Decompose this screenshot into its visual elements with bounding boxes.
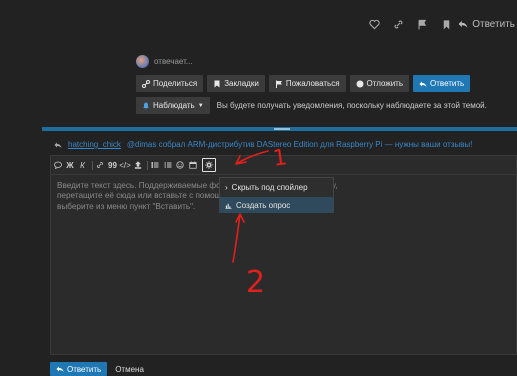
typing-indicator: отвечает... [136, 55, 193, 68]
composer-cancel-link[interactable]: Отмена [115, 365, 144, 374]
bell-icon [143, 102, 149, 109]
calendar-icon [188, 161, 197, 169]
circle-icon [356, 80, 364, 87]
quote-label: 99 [108, 160, 117, 170]
composer-submit-button[interactable]: Ответить [50, 362, 108, 376]
composer-submit-label: Ответить [67, 364, 102, 374]
composer-reply-to: hatching_chick @dimas собрал ARM-дистриб… [54, 140, 472, 149]
upload-icon [134, 161, 141, 169]
link-button[interactable] [95, 157, 106, 173]
speech-bubble-icon [53, 161, 62, 169]
bullet-list-icon [151, 162, 159, 168]
bar-chart-icon [225, 203, 232, 209]
chevron-right-icon: › [225, 182, 228, 192]
post-reply-button[interactable]: Ответить [458, 19, 517, 30]
topic-reply-label: Ответить [430, 79, 465, 88]
italic-button[interactable]: К [77, 157, 88, 173]
composer-toolbar: Ж К 99 </> [52, 157, 217, 173]
reply-to-title[interactable]: @dimas собрал ARM-дистрибутив DAStereo E… [127, 140, 472, 149]
numbered-list-icon [164, 162, 171, 168]
bookmark-icon [443, 19, 449, 29]
hide-spoiler-option[interactable]: › Скрыть под спойлер [220, 179, 333, 195]
heart-icon [369, 19, 380, 29]
flag-post-button[interactable] [410, 13, 434, 35]
defer-label: Отложить [366, 79, 404, 88]
share-label: Поделиться [153, 79, 198, 88]
composer-grip[interactable] [274, 128, 290, 130]
code-button[interactable]: </> [119, 157, 131, 173]
gear-icon [204, 161, 213, 169]
flag-icon [275, 80, 282, 88]
options-gear-button[interactable] [201, 158, 216, 172]
code-icon: </> [119, 160, 131, 170]
bookmarks-button[interactable]: Закладки [207, 75, 265, 92]
bookmark-icon [214, 80, 220, 87]
avatar [136, 55, 149, 68]
composer-actions: Ответить Отмена [50, 362, 144, 376]
date-button[interactable] [187, 157, 198, 173]
caret-down-icon: ▼ [197, 102, 204, 109]
post-actions: Ответить [362, 13, 517, 35]
share-button[interactable]: Поделиться [136, 75, 204, 92]
create-poll-option[interactable]: Создать опрос [220, 197, 333, 213]
copy-link-button[interactable] [386, 13, 410, 35]
numbered-list-button[interactable] [162, 157, 173, 173]
bookmarks-label: Закладки [224, 79, 259, 88]
like-button[interactable] [362, 13, 386, 35]
notification-description: Вы будете получать уведомления, поскольк… [216, 101, 487, 110]
notification-level-dropdown[interactable]: Наблюдать ▼ [136, 97, 210, 114]
quote-button[interactable]: 99 [107, 157, 118, 173]
bullet-list-button[interactable] [150, 157, 161, 173]
smile-icon [176, 161, 184, 169]
toolbar-divider [91, 160, 93, 170]
link-icon [97, 162, 103, 168]
flag-button[interactable]: Пожаловаться [268, 75, 346, 92]
reply-icon [419, 81, 427, 87]
upload-button[interactable] [132, 157, 143, 173]
defer-button[interactable]: Отложить [349, 75, 410, 92]
bold-label: Ж [66, 160, 74, 170]
post-reply-label: Ответить [472, 18, 515, 30]
reply-icon [458, 20, 468, 28]
italic-label: К [80, 160, 85, 170]
link-icon [142, 79, 150, 88]
notification-row: Наблюдать ▼ Вы будете получать уведомлен… [136, 97, 487, 114]
notification-level-label: Наблюдать [153, 101, 195, 110]
toolbar-divider-line [51, 174, 516, 175]
typing-text: отвечает... [154, 57, 193, 66]
bold-button[interactable]: Ж [65, 157, 76, 173]
link-icon [394, 20, 403, 28]
chat-toolbar-button[interactable] [52, 157, 63, 173]
options-dropdown: › Скрыть под спойлер Создать опрос [219, 177, 334, 213]
topic-footer-buttons: Поделиться Закладки Пожаловаться Отложит… [136, 75, 471, 92]
toolbar-divider [146, 160, 148, 170]
reply-to-user[interactable]: hatching_chick [68, 140, 121, 149]
flag-label: Пожаловаться [285, 79, 340, 88]
emoji-button[interactable] [175, 157, 186, 173]
flag-icon [418, 19, 426, 29]
bookmark-post-button[interactable] [434, 13, 458, 35]
topic-reply-button[interactable]: Ответить [413, 75, 471, 92]
reply-icon [54, 142, 62, 148]
composer-resize-bar[interactable] [42, 127, 517, 131]
hide-spoiler-label: Скрыть под спойлер [231, 182, 308, 192]
create-poll-label: Создать опрос [236, 200, 291, 210]
